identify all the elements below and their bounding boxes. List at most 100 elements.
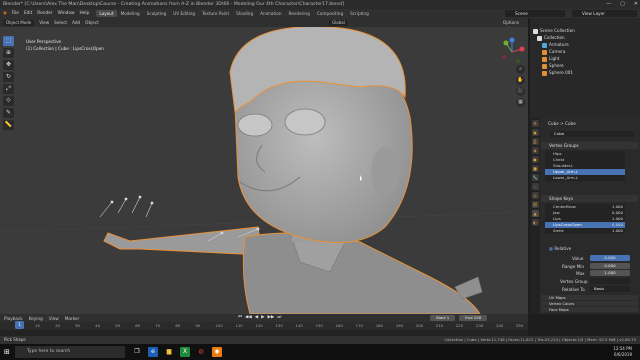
character-model[interactable] (0, 27, 528, 314)
jump-end-icon[interactable]: ⏭ (277, 315, 281, 321)
navigation-gizmo[interactable] (498, 37, 526, 67)
frame-tick-label: 40 (95, 323, 100, 328)
tab-uv-editing[interactable]: UV Editing (170, 10, 198, 17)
menu-view[interactable]: View (39, 20, 49, 25)
view-layer-selector[interactable]: View Layer (572, 10, 637, 17)
transform-orientation[interactable]: Global (329, 19, 348, 26)
particles-icon[interactable]: ∴ (531, 183, 539, 190)
tab-animation[interactable]: Animation (257, 10, 284, 17)
material-icon[interactable]: ◐ (531, 219, 539, 226)
move-icon[interactable]: ✥ (3, 60, 14, 70)
end-frame-field[interactable]: End 250 (459, 315, 488, 321)
tab-layout[interactable]: Layout (96, 10, 117, 17)
3d-viewport[interactable]: User Perspective (1) Collection | Cube :… (0, 27, 528, 314)
menu-help[interactable]: Help (80, 11, 90, 16)
render-icon[interactable]: ▣ (531, 129, 539, 136)
object-icon[interactable]: ■ (531, 165, 539, 172)
outliner-row[interactable]: Collection (530, 35, 640, 42)
viewport-options[interactable]: Options (503, 20, 519, 25)
world-icon[interactable]: ● (531, 156, 539, 163)
outliner-row[interactable]: Scene Collection (530, 28, 640, 35)
physics-icon[interactable]: ◎ (531, 192, 539, 199)
start-frame-field[interactable]: Start 1 (430, 315, 456, 321)
scene-icon[interactable]: ◈ (531, 147, 539, 154)
tab-sculpting[interactable]: Sculpting (144, 10, 170, 17)
current-frame-indicator[interactable]: 1 (15, 321, 24, 329)
tab-scripting[interactable]: Scripting (347, 10, 372, 17)
relative-checkbox[interactable]: ■ Relative (549, 246, 571, 251)
file-explorer-icon[interactable]: ▆ (164, 347, 174, 357)
constraints-icon[interactable]: ⛓ (531, 201, 539, 208)
menu-keying[interactable]: Keying (29, 316, 43, 321)
frame-tick-label: 160 (335, 323, 343, 328)
tab-shading[interactable]: Shading (233, 10, 256, 17)
outliner-row[interactable]: Armature (530, 42, 640, 49)
transform-icon[interactable]: ⟐ (3, 96, 14, 106)
menu-file[interactable]: File (12, 11, 19, 16)
maximize-button[interactable]: ▢ (620, 0, 625, 9)
relative-to-field[interactable]: Basis (590, 286, 630, 292)
mesh-data-icon[interactable]: ▲ (531, 210, 539, 217)
outliner-row[interactable]: Light (530, 56, 640, 63)
blender-logo-icon[interactable]: ◉ (3, 11, 7, 16)
minimize-button[interactable]: — (606, 0, 611, 9)
jump-start-icon[interactable]: ⏮ (238, 315, 242, 321)
menu-timeline-view[interactable]: View (49, 316, 59, 321)
max-field[interactable]: 1.000 (590, 270, 630, 276)
mode-selector[interactable]: Object Mode (3, 19, 35, 26)
close-button[interactable]: ✕ (634, 0, 638, 9)
play-icon[interactable]: ▶ (261, 315, 264, 321)
play-reverse-icon[interactable]: ◀ (255, 315, 258, 321)
vertex-group-field[interactable] (590, 278, 630, 284)
excel-icon[interactable]: X (180, 347, 190, 357)
list-item[interactable]: Lower_Arm.L (545, 175, 625, 181)
pan-hand-icon[interactable]: ✋ (516, 76, 525, 85)
vertex-groups-header[interactable]: Vertex Groups (541, 142, 638, 149)
annotate-icon[interactable]: ✎ (3, 108, 14, 118)
scale-icon[interactable]: ⤢ (3, 84, 14, 94)
mesh-name-field[interactable]: Cube (550, 131, 634, 137)
blender-taskbar-icon[interactable]: ◉ (212, 347, 222, 357)
modifier-icon[interactable]: 🔧 (531, 174, 539, 181)
menu-window[interactable]: Window (58, 11, 75, 16)
taskbar-search-input[interactable]: Type here to search (15, 346, 125, 358)
value-field[interactable]: 0.000 (590, 255, 630, 261)
chrome-icon[interactable]: ◍ (196, 347, 206, 357)
grid-perspective-icon[interactable]: ▦ (516, 98, 525, 107)
face-maps-panel[interactable]: Face Maps (541, 307, 638, 312)
menu-render[interactable]: Render (37, 11, 52, 16)
tab-compositing[interactable]: Compositing (314, 10, 346, 17)
task-view-icon[interactable]: ❐ (132, 347, 142, 357)
tool-icon[interactable]: ⚙ (531, 120, 539, 127)
measure-icon[interactable]: 📏 (3, 120, 14, 130)
next-keyframe-icon[interactable]: ▶▶ (268, 315, 275, 321)
windows-start-icon[interactable]: ⊞ (4, 348, 10, 356)
camera-view-icon[interactable]: 🎥 (516, 87, 525, 96)
menu-playback[interactable]: Playback (4, 316, 23, 321)
shape-key-row[interactable]: Smile 1.000 (545, 228, 625, 234)
shape-key-value[interactable]: 1.000 (612, 228, 623, 234)
vertex-colors-panel[interactable]: Vertex Colors (541, 301, 638, 306)
uv-maps-panel[interactable]: UV Maps (541, 295, 638, 300)
rotate-icon[interactable]: ↻ (3, 72, 14, 82)
range-min-field[interactable]: 0.000 (590, 263, 630, 269)
shape-keys-header[interactable]: Shape Keys (541, 195, 638, 202)
menu-add[interactable]: Add (72, 20, 80, 25)
menu-object[interactable]: Object (85, 20, 99, 25)
cursor-icon[interactable]: ⊕ (3, 48, 14, 58)
menu-select[interactable]: Select (54, 20, 67, 25)
tab-rendering[interactable]: Rendering (285, 10, 312, 17)
tab-modeling[interactable]: Modeling (118, 10, 143, 17)
edge-browser-icon[interactable]: e (148, 347, 158, 357)
zoom-icon[interactable]: ⌕ (516, 65, 525, 74)
menu-edit[interactable]: Edit (24, 11, 32, 16)
prev-keyframe-icon[interactable]: ◀◀ (245, 315, 252, 321)
tab-texture-paint[interactable]: Texture Paint (199, 10, 232, 17)
outliner-row[interactable]: Sphere.001 (530, 70, 640, 77)
output-icon[interactable]: ⎙ (531, 138, 539, 145)
outliner-row[interactable]: Sphere (530, 63, 640, 70)
select-box-icon[interactable]: ⬚ (3, 36, 14, 46)
menu-marker[interactable]: Marker (65, 316, 79, 321)
scene-selector[interactable]: Scene (505, 10, 565, 17)
outliner-row[interactable]: Camera (530, 49, 640, 56)
